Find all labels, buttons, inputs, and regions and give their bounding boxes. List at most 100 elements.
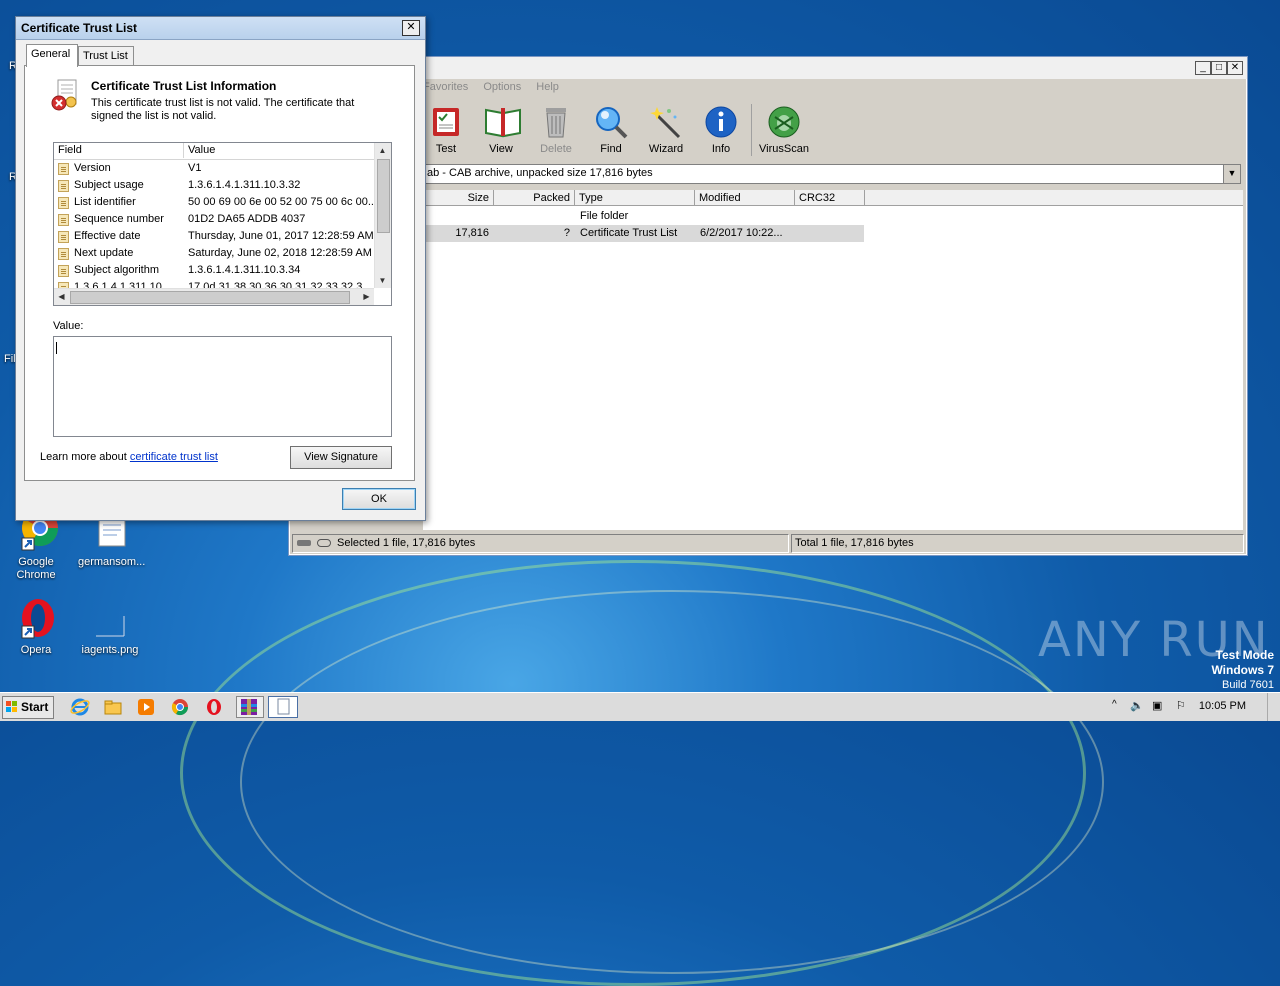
general-tab-page: Certificate Trust List Information This … (24, 65, 415, 481)
view-button[interactable]: View (476, 102, 526, 155)
file-row[interactable]: 17,816 ? Certificate Trust List 6/2/2017… (423, 225, 864, 242)
list-item[interactable]: Effective date Thursday, June 01, 2017 12… (54, 228, 374, 245)
opera-icon (14, 596, 58, 640)
volume-icon[interactable]: 🔈 (1130, 699, 1144, 712)
explorer-icon[interactable] (103, 697, 123, 717)
column-header-value[interactable]: Value (184, 143, 374, 158)
find-button[interactable]: Find (586, 102, 636, 155)
tab-trust-list[interactable]: Trust List (78, 46, 134, 66)
test-button[interactable]: Test (421, 102, 471, 155)
certificate-trust-list-link[interactable]: certificate trust list (130, 451, 218, 463)
column-header-modified[interactable]: Modified (695, 190, 795, 206)
info-button[interactable]: Info (696, 102, 746, 155)
maximize-button[interactable]: □ (1211, 61, 1227, 75)
find-icon (594, 105, 628, 139)
column-header-field[interactable]: Field (54, 143, 184, 158)
show-desktop-button[interactable] (1267, 693, 1280, 721)
file-modified: 6/2/2017 10:22... (700, 227, 783, 239)
toolbar-separator (751, 104, 752, 156)
value-label: Value: (53, 320, 84, 332)
vertical-scrollbar[interactable]: ▲ ▼ (374, 143, 391, 288)
field-value: Saturday, June 02, 2018 12:28:59 AM (188, 247, 372, 259)
learn-more-text: Learn more about certificate trust list (40, 451, 218, 463)
field-name: Next update (74, 247, 134, 259)
file-list[interactable]: Size Packed Type Modified CRC32 File fol… (423, 190, 1243, 530)
horizontal-scrollbar[interactable]: ◀ ▶ (54, 288, 374, 305)
ok-button[interactable]: OK (342, 488, 416, 510)
media-player-icon[interactable] (136, 697, 156, 717)
minimize-button[interactable]: _ (1195, 61, 1211, 75)
list-item[interactable]: Subject usage 1.3.6.1.4.1.311.10.3.32 (54, 177, 374, 194)
certificate-error-icon (51, 78, 81, 112)
network-icon[interactable]: ▣ (1152, 699, 1162, 712)
certificate-field-icon (58, 197, 69, 209)
start-button[interactable]: Start (2, 696, 54, 719)
scroll-up-arrow-icon[interactable]: ▲ (375, 143, 390, 158)
desktop-icon-opera[interactable]: Opera (6, 596, 66, 657)
field-name: Subject usage (74, 179, 144, 191)
desktop-icon-label: iagents.png (81, 644, 139, 656)
certificate-field-icon (58, 163, 69, 175)
view-signature-button[interactable]: View Signature (290, 446, 392, 469)
field-name: Sequence number (74, 213, 164, 225)
certificate-field-icon (58, 180, 69, 192)
field-value: 1.3.6.1.4.1.311.10.3.34 (188, 264, 301, 276)
list-item[interactable]: List identifier 50 00 69 00 6e 00 52 00 7… (54, 194, 374, 211)
scrollbar-thumb[interactable] (377, 159, 390, 233)
scroll-right-arrow-icon[interactable]: ▶ (359, 289, 374, 304)
wizard-icon (649, 105, 683, 139)
archive-path-combobox[interactable]: ab - CAB archive, unpacked size 17,816 b… (423, 164, 1241, 184)
value-textarea[interactable] (53, 336, 392, 437)
chevron-down-icon[interactable]: ▼ (1223, 165, 1240, 183)
list-item[interactable]: Version V1 (54, 160, 374, 177)
scroll-down-arrow-icon[interactable]: ▼ (375, 273, 390, 288)
file-row[interactable]: File folder (423, 208, 864, 225)
winrar-icon[interactable] (236, 696, 264, 718)
image-file-icon (88, 596, 132, 640)
status-selected: Selected 1 file, 17,816 bytes (292, 534, 789, 553)
wallpaper-swirl (240, 590, 1104, 974)
menu-help[interactable]: Help (536, 81, 559, 93)
tab-general[interactable]: General (26, 44, 78, 67)
system-tray: ^ 🔈 ▣ ⚐ 10:05 PM (1104, 693, 1280, 721)
text-caret (56, 342, 57, 354)
taskbar: Start ^ 🔈 ▣ ⚐ 10:05 PM (0, 692, 1280, 721)
list-item[interactable]: Subject algorithm 1.3.6.1.4.1.311.10.3.34 (54, 262, 374, 279)
opera-icon[interactable] (204, 697, 224, 717)
desktop-icon-image-file[interactable]: iagents.png (80, 596, 140, 657)
ie-icon[interactable] (70, 697, 90, 717)
wizard-button[interactable]: Wizard (641, 102, 691, 155)
virusscan-button[interactable]: VirusScan (757, 102, 811, 155)
field-name: Subject algorithm (74, 264, 159, 276)
chrome-icon[interactable] (170, 697, 190, 717)
column-header-size[interactable]: Size (423, 190, 494, 206)
field-value: 1.3.6.1.4.1.311.10.3.32 (188, 179, 301, 191)
scrollbar-thumb[interactable] (70, 291, 350, 304)
tool-label: Test (435, 143, 457, 155)
dialog-titlebar[interactable]: Certificate Trust List ✕ (16, 17, 425, 40)
test-mode-notice: Test Mode Windows 7 Build 7601 (1211, 648, 1274, 693)
winrar-titlebar[interactable]: _ □ ✕ (289, 57, 1247, 79)
menu-favorites[interactable]: Favorites (423, 81, 468, 93)
desktop-icon-label: Google Chrome (16, 556, 56, 581)
scroll-left-arrow-icon[interactable]: ◀ (54, 289, 69, 304)
tool-label: View (489, 143, 513, 155)
list-item[interactable]: Sequence number 01D2 DA65 ADDB 4037 (54, 211, 374, 228)
clock[interactable]: 10:05 PM (1199, 700, 1246, 712)
close-button[interactable]: ✕ (402, 20, 420, 36)
close-button[interactable]: ✕ (1227, 61, 1243, 75)
column-header-type[interactable]: Type (575, 190, 695, 206)
action-center-flag-icon[interactable]: ⚐ (1176, 699, 1186, 712)
field-value-list[interactable]: Field Value Version V1 Subject usage 1.3.6… (53, 142, 392, 306)
delete-icon (539, 105, 573, 139)
document-icon[interactable] (268, 696, 298, 718)
delete-button[interactable]: Delete (531, 102, 581, 155)
dialog-title: Certificate Trust List (21, 21, 138, 35)
show-hidden-icons-icon[interactable]: ^ (1112, 699, 1117, 710)
column-header-packed[interactable]: Packed (494, 190, 575, 206)
list-item[interactable]: Next update Saturday, June 02, 2018 12:28… (54, 245, 374, 262)
field-value: V1 (188, 162, 202, 174)
menu-options[interactable]: Options (483, 81, 521, 93)
column-header-crc32[interactable]: CRC32 (795, 190, 865, 206)
winrar-window: _ □ ✕ Favorites Options Help Test View D… (288, 56, 1248, 556)
